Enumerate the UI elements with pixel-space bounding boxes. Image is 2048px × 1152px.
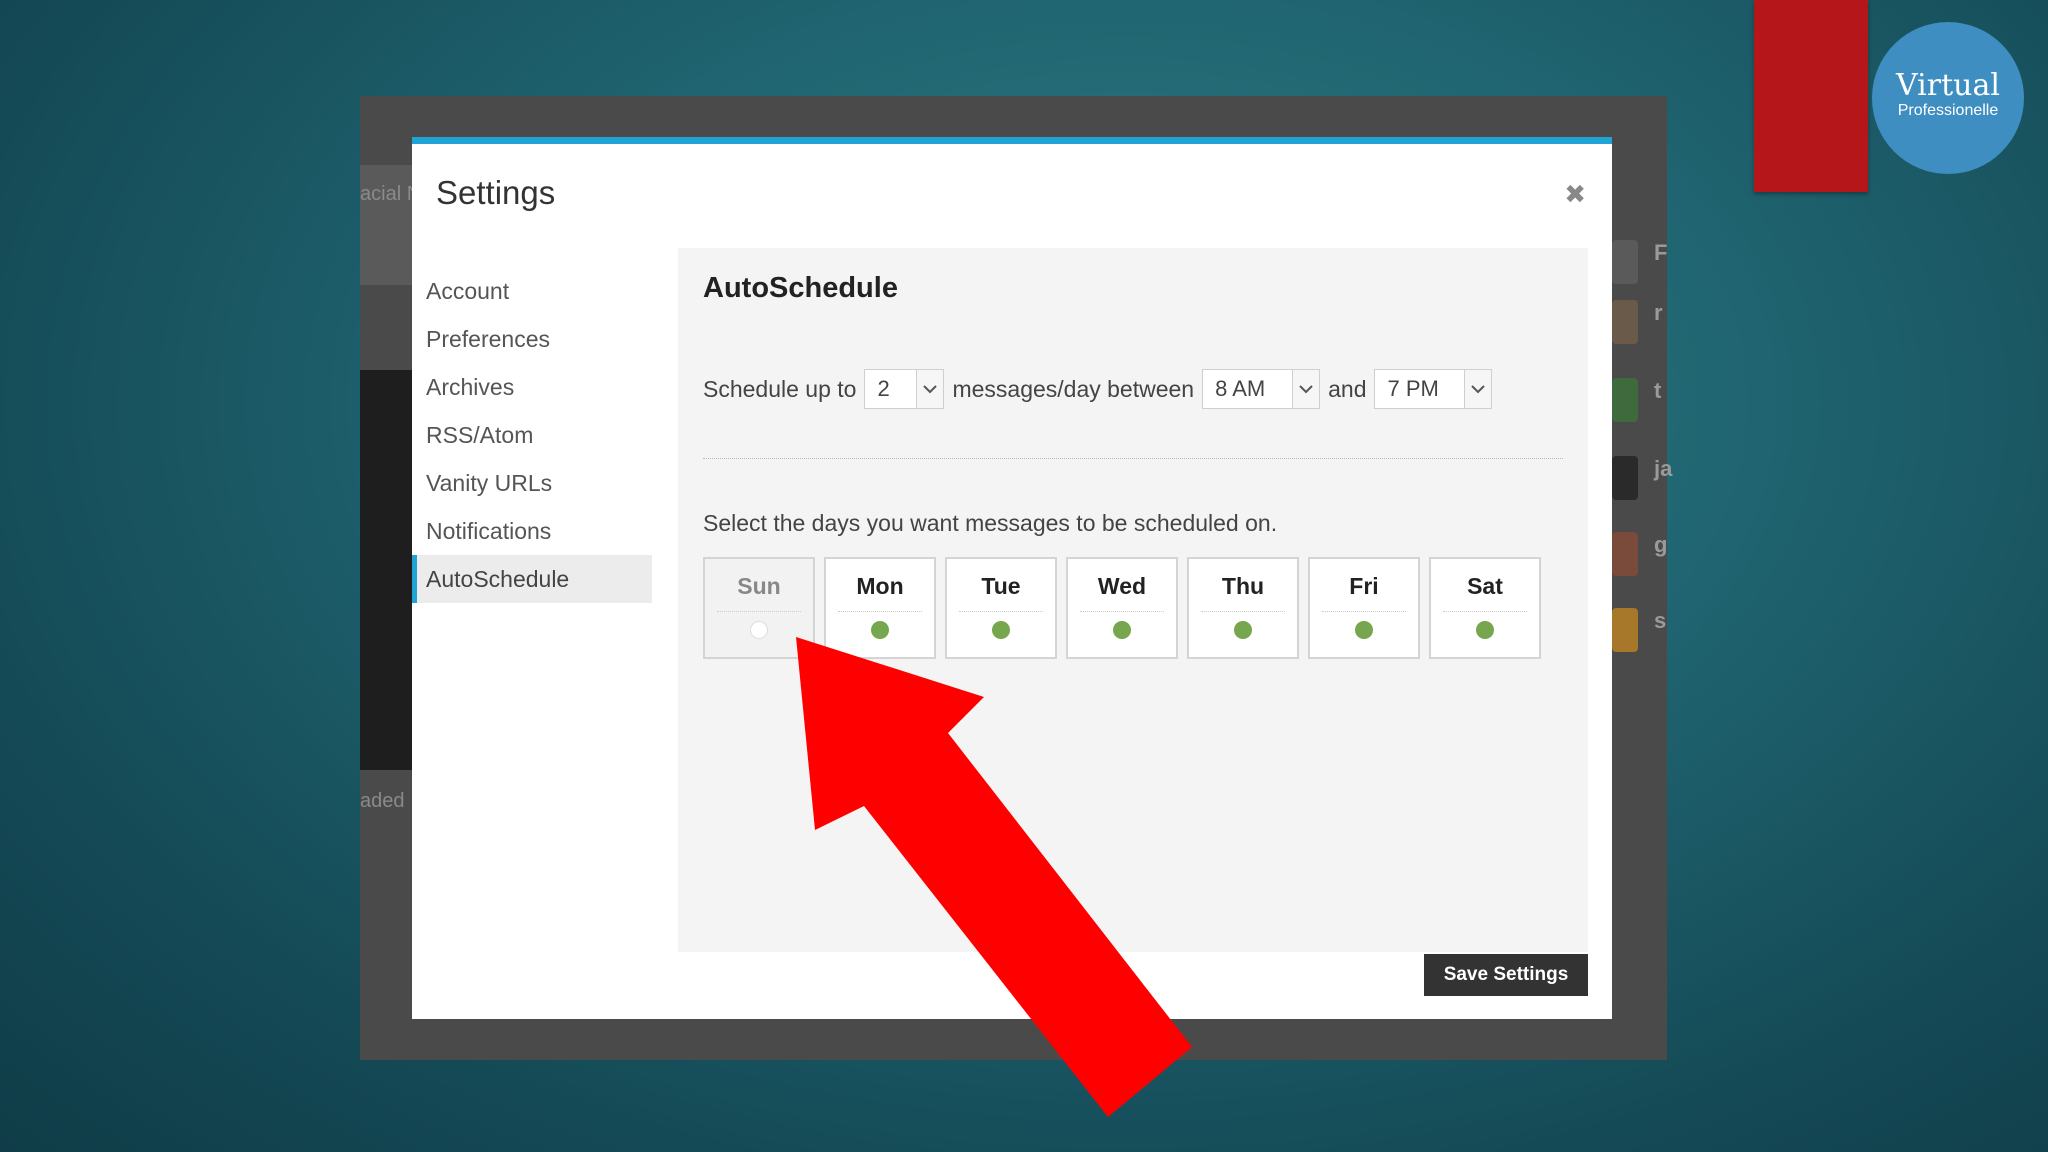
background-letter: r — [1654, 300, 1663, 325]
background-letter: g — [1654, 532, 1668, 557]
days-label: Select the days you want messages to be … — [703, 510, 1278, 536]
settings-nav: Account Preferences Archives RSS/Atom Va… — [412, 267, 652, 603]
day-toggle-fri[interactable]: Fri — [1308, 557, 1420, 659]
schedule-joiner: and — [1328, 375, 1367, 402]
background-avatar — [1612, 456, 1638, 500]
nav-item-rss-atom[interactable]: RSS/Atom — [412, 411, 652, 459]
divider — [1080, 611, 1164, 612]
settings-modal: Settings ✖ Account Preferences Archives … — [412, 137, 1612, 1019]
day-name: Mon — [856, 573, 904, 599]
background-avatar — [1612, 378, 1638, 422]
day-status-dot — [1476, 621, 1494, 639]
day-status-dot — [1234, 621, 1252, 639]
schedule-row: Schedule up to 2 messages/day between 8 … — [703, 368, 1500, 410]
day-toggle-sun[interactable]: Sun — [703, 557, 815, 659]
background-avatar — [1612, 532, 1638, 576]
section-title: AutoSchedule — [703, 272, 898, 304]
end-time-select[interactable]: 7 PM — [1374, 369, 1493, 409]
schedule-prefix: Schedule up to — [703, 375, 857, 402]
day-name: Sat — [1467, 573, 1503, 599]
divider — [1443, 611, 1527, 612]
background-letter: F — [1654, 240, 1668, 265]
background-text: aded — [360, 790, 405, 812]
brand-subtitle: Professionelle — [1897, 102, 1999, 119]
start-time-value: 8 AM — [1215, 376, 1266, 401]
background-letter: ja — [1654, 456, 1673, 481]
day-name: Tue — [981, 573, 1021, 599]
day-name: Sun — [737, 573, 781, 599]
chevron-down-icon — [1292, 370, 1320, 408]
save-settings-button[interactable]: Save Settings — [1424, 954, 1588, 996]
day-toggle-tue[interactable]: Tue — [945, 557, 1057, 659]
brand-title: Virtual — [1896, 68, 2000, 103]
divider — [959, 611, 1043, 612]
background-avatar — [1612, 300, 1638, 344]
chevron-down-icon — [916, 370, 944, 408]
day-name: Thu — [1221, 573, 1265, 599]
day-toggle-wed[interactable]: Wed — [1066, 557, 1178, 659]
day-status-dot — [871, 621, 889, 639]
nav-item-autoschedule[interactable]: AutoSchedule — [412, 555, 652, 603]
day-toggle-thu[interactable]: Thu — [1187, 557, 1299, 659]
modal-title: Settings — [436, 174, 556, 211]
day-selector: Sun Mon Tue Wed Thu Fri Sat — [703, 557, 1541, 659]
divider — [1201, 611, 1285, 612]
divider — [838, 611, 922, 612]
close-icon[interactable]: ✖ — [1564, 182, 1586, 208]
divider — [717, 611, 801, 612]
brand-logo: Virtual Professionelle — [1872, 22, 2024, 174]
background-letter: s — [1654, 608, 1667, 633]
day-name: Fri — [1349, 573, 1379, 599]
divider — [1322, 611, 1406, 612]
nav-item-archives[interactable]: Archives — [412, 363, 652, 411]
day-toggle-mon[interactable]: Mon — [824, 557, 936, 659]
start-time-select[interactable]: 8 AM — [1202, 369, 1321, 409]
nav-item-preferences[interactable]: Preferences — [412, 315, 652, 363]
chevron-down-icon — [1464, 370, 1492, 408]
autoschedule-panel: AutoSchedule Schedule up to 2 messages/d… — [678, 248, 1588, 952]
day-status-dot — [992, 621, 1010, 639]
schedule-middle: messages/day between — [952, 375, 1195, 402]
brand-red-bar — [1754, 0, 1868, 192]
nav-item-notifications[interactable]: Notifications — [412, 507, 652, 555]
day-name: Wed — [1097, 573, 1147, 599]
day-status-dot — [1355, 621, 1373, 639]
background-avatar — [1612, 240, 1638, 284]
messages-count-select[interactable]: 2 — [864, 369, 945, 409]
day-status-dot — [750, 621, 768, 639]
messages-count-value: 2 — [877, 376, 890, 401]
divider — [703, 458, 1563, 459]
end-time-value: 7 PM — [1387, 376, 1439, 401]
day-status-dot — [1113, 621, 1131, 639]
day-toggle-sat[interactable]: Sat — [1429, 557, 1541, 659]
nav-item-account[interactable]: Account — [412, 267, 652, 315]
background-image-area — [360, 370, 412, 770]
background-avatar — [1612, 608, 1638, 652]
background-letter: t — [1654, 378, 1662, 403]
nav-item-vanity-urls[interactable]: Vanity URLs — [412, 459, 652, 507]
